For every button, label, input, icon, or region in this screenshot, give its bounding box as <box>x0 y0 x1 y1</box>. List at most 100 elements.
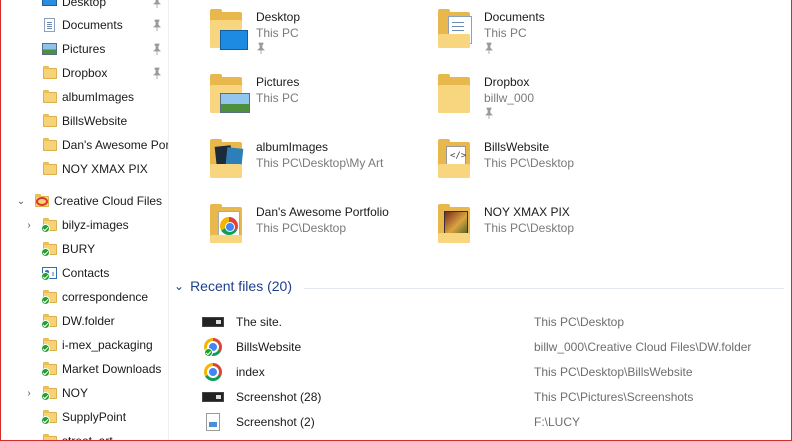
tile-name: Documents <box>484 10 545 24</box>
desktop-icon <box>42 0 58 9</box>
tile-location: This PC\Desktop <box>484 156 575 170</box>
sidebar-item-street-art[interactable]: street_art <box>0 429 168 441</box>
recent-file-row[interactable]: BillsWebsite billw_000\Creative Cloud Fi… <box>200 336 790 358</box>
folder-icon <box>42 114 58 128</box>
sidebar-item-label: DW.folder <box>62 314 115 328</box>
chevron-right-icon[interactable]: › <box>24 388 34 399</box>
quick-access-tile-noy-xmax-pix[interactable]: NOY XMAX PIX This PC\Desktop <box>398 195 618 255</box>
recent-file-location: billw_000\Creative Cloud Files\DW.folder <box>534 340 752 354</box>
section-divider <box>304 288 784 289</box>
pictures-folder-icon <box>210 74 250 113</box>
chrome-icon <box>202 363 224 381</box>
tile-name: albumImages <box>256 140 329 154</box>
sidebar-item-desktop[interactable]: Desktop <box>0 0 168 14</box>
sidebar-item-bury[interactable]: BURY <box>0 237 168 261</box>
sidebar-item-contacts[interactable]: Contacts <box>0 261 168 285</box>
sidebar-item-supplypoint[interactable]: SupplyPoint <box>0 405 168 429</box>
sidebar-item-bilyz-images[interactable]: › bilyz-images <box>0 213 168 237</box>
recent-file-location: F:\LUCY <box>534 415 581 429</box>
recent-file-row[interactable]: The site. This PC\Desktop <box>200 311 790 333</box>
pin-icon <box>485 107 493 119</box>
pin-icon <box>153 43 161 55</box>
quick-access-tile-albumimages[interactable]: albumImages This PC\Desktop\My Art <box>170 130 390 190</box>
sidebar-item-billswebsite[interactable]: BillsWebsite <box>0 109 168 133</box>
recent-files-header[interactable]: ⌄ Recent files (20) <box>174 278 292 294</box>
sidebar-item-albumimages[interactable]: albumImages <box>0 85 168 109</box>
tile-location: This PC <box>484 26 527 40</box>
chrome-folder-icon <box>210 204 242 243</box>
screenshot-file-icon <box>202 313 224 331</box>
quick-access-tile-dans-portfolio[interactable]: Dan's Awesome Portfolio This PC\Desktop <box>170 195 390 255</box>
sidebar-item-dans-portfolio[interactable]: Dan's Awesome Portfolio <box>0 133 168 157</box>
sidebar-item-label: bilyz-images <box>62 218 129 232</box>
sidebar-item-pictures[interactable]: Pictures <box>0 37 168 61</box>
tile-name: Desktop <box>256 10 301 24</box>
tile-name: Dropbox <box>484 75 530 89</box>
sidebar-item-label: BillsWebsite <box>62 114 128 128</box>
sidebar-item-label: SupplyPoint <box>62 410 127 424</box>
recent-file-name: The site. <box>236 315 283 329</box>
synced-folder-icon <box>41 386 58 401</box>
quick-access-tile-desktop[interactable]: Desktop This PC <box>170 0 390 60</box>
quick-access-tile-billswebsite[interactable]: </> BillsWebsite This PC\Desktop <box>398 130 618 190</box>
sidebar-item-label: Documents <box>62 18 123 32</box>
pin-icon <box>153 19 161 31</box>
quick-access-tile-documents[interactable]: Documents This PC <box>398 0 618 60</box>
pin-icon <box>485 42 493 54</box>
sidebar-item-dropbox[interactable]: Dropbox <box>0 61 168 85</box>
recent-file-location: This PC\Pictures\Screenshots <box>534 390 694 404</box>
sidebar-item-label: Contacts <box>62 266 110 280</box>
sidebar-item-label: albumImages <box>62 90 135 104</box>
synced-folder-icon <box>42 434 58 441</box>
pin-icon <box>153 67 161 79</box>
synced-folder-icon <box>41 338 58 353</box>
sidebar-item-dw-folder[interactable]: DW.folder <box>0 309 168 333</box>
tile-location: This PC\Desktop\My Art <box>256 156 384 170</box>
quick-access-tile-pictures[interactable]: Pictures This PC <box>170 65 390 125</box>
folder-icon <box>42 90 58 104</box>
tile-location: This PC\Desktop <box>484 221 575 235</box>
image-file-icon <box>202 413 224 431</box>
chevron-down-icon[interactable]: ⌄ <box>174 279 184 293</box>
sidebar-item-label: BURY <box>62 242 96 256</box>
sidebar-divider <box>168 0 169 441</box>
sidebar-item-i-mex-packaging[interactable]: i-mex_packaging <box>0 333 168 357</box>
recent-file-location: This PC\Desktop <box>534 315 625 329</box>
sidebar-item-noy[interactable]: › NOY <box>0 381 168 405</box>
recent-file-row[interactable]: Screenshot (2) F:\LUCY <box>200 411 790 433</box>
quick-access-tile-dropbox[interactable]: Dropbox billw_000 <box>398 65 618 125</box>
pictures-icon <box>42 42 58 56</box>
navigation-pane: Desktop Documents Pictures Dropbox album… <box>0 0 168 441</box>
sidebar-item-label: correspondence <box>62 290 149 304</box>
recent-file-row[interactable]: Screenshot (28) This PC\Pictures\Screens… <box>200 386 790 408</box>
recent-files-title: Recent files (20) <box>190 278 292 294</box>
documents-icon <box>42 18 58 32</box>
sidebar-item-label: Dan's Awesome Portfolio <box>62 138 168 152</box>
sidebar-item-creative-cloud[interactable]: ⌄ Creative Cloud Files <box>0 189 168 213</box>
recent-file-name: BillsWebsite <box>236 340 302 354</box>
sidebar-item-noy-xmax-pix[interactable]: NOY XMAX PIX <box>0 157 168 181</box>
sidebar-item-market-downloads[interactable]: Market Downloads <box>0 357 168 381</box>
chevron-right-icon[interactable]: › <box>24 220 34 231</box>
recent-file-name: Screenshot (2) <box>236 415 315 429</box>
synced-folder-icon <box>41 362 58 377</box>
documents-folder-icon <box>438 9 472 48</box>
tile-name: Dan's Awesome Portfolio <box>256 205 389 219</box>
tile-name: NOY XMAX PIX <box>484 205 570 219</box>
folder-icon <box>42 162 58 176</box>
sidebar-item-correspondence[interactable]: correspondence <box>0 285 168 309</box>
folder-icon <box>438 74 470 113</box>
album-folder-icon <box>210 139 244 178</box>
recent-file-row[interactable]: index This PC\Desktop\BillsWebsite <box>200 361 790 383</box>
sidebar-item-documents[interactable]: Documents <box>0 13 168 37</box>
synced-folder-icon <box>41 314 58 329</box>
chevron-down-icon[interactable]: ⌄ <box>16 196 26 207</box>
synced-folder-icon <box>41 218 58 233</box>
tile-location: This PC <box>256 26 299 40</box>
sidebar-item-label: Dropbox <box>62 66 108 80</box>
synced-folder-icon <box>41 242 58 257</box>
tile-location: This PC <box>256 91 299 105</box>
recent-file-name: Screenshot (28) <box>236 390 322 404</box>
chrome-icon <box>202 338 224 357</box>
sidebar-item-label: Creative Cloud Files <box>54 194 163 208</box>
